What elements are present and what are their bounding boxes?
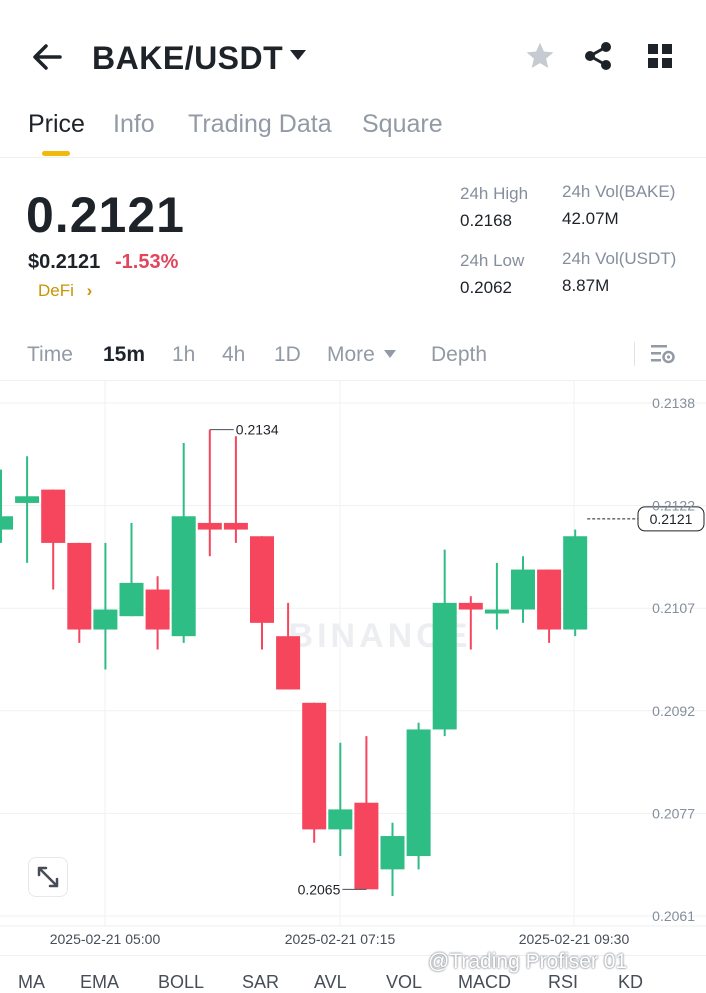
expand-icon xyxy=(37,866,59,888)
y-tick-label: 0.2107 xyxy=(652,600,695,616)
tab-trading-data[interactable]: Trading Data xyxy=(188,110,332,139)
candle-body xyxy=(302,702,327,830)
interval-time[interactable]: Time xyxy=(27,343,73,367)
pair-selector[interactable]: BAKE/USDT xyxy=(92,40,283,77)
low-marker-label: 0.2065 xyxy=(298,881,341,897)
candle-body xyxy=(67,542,92,630)
candle-body xyxy=(276,636,301,690)
candle-body xyxy=(484,609,509,614)
candle-body xyxy=(223,522,248,530)
overlay-watermark-text: @Trading Profiser 01 xyxy=(428,950,628,973)
expand-chart-button[interactable] xyxy=(28,857,68,897)
tab-price[interactable]: Price xyxy=(28,110,85,139)
interval-1h[interactable]: 1h xyxy=(172,343,195,367)
candle-body xyxy=(197,522,222,530)
low-label: 24h Low xyxy=(460,251,525,270)
candle-body xyxy=(250,536,274,623)
divider xyxy=(634,342,635,366)
back-arrow-icon xyxy=(33,44,62,70)
interval-15m[interactable]: 15m xyxy=(103,343,145,367)
y-axis: 0.2138 0.2122 0.2107 0.2092 0.2077 0.2061 xyxy=(652,395,695,924)
last-price: 0.2121 xyxy=(26,187,185,243)
candle-body xyxy=(93,609,118,630)
indicator-ma[interactable]: MA xyxy=(18,972,45,993)
back-button[interactable] xyxy=(28,38,68,78)
indicator-avl[interactable]: AVL xyxy=(314,972,347,993)
tab-square[interactable]: Square xyxy=(362,110,443,139)
candle-body xyxy=(328,809,353,830)
x-axis: 2025-02-21 05:00 2025-02-21 07:15 2025-02-… xyxy=(50,931,630,947)
chevron-right-icon: › xyxy=(86,281,93,300)
y-tick-label: 0.2122 xyxy=(652,498,695,514)
interval-4h[interactable]: 4h xyxy=(222,343,245,367)
indicator-sar[interactable]: SAR xyxy=(242,972,279,993)
y-tick-label: 0.2061 xyxy=(652,908,695,924)
vol-base-label: 24h Vol(BAKE) xyxy=(562,182,676,201)
y-tick-label: 0.2138 xyxy=(652,395,695,411)
candle-body xyxy=(15,496,40,503)
candlestick-chart[interactable]: BINANCE 0.21340.20650.2121 0.21380.21220… xyxy=(0,381,706,955)
caret-down-icon xyxy=(384,350,396,358)
candle-body xyxy=(0,516,13,530)
candle-body xyxy=(145,589,170,630)
candle-body xyxy=(41,489,66,543)
candle-body xyxy=(537,569,562,630)
tab-info[interactable]: Info xyxy=(113,110,155,139)
vol-quote-label: 24h Vol(USDT) xyxy=(562,249,677,268)
candle-body xyxy=(563,536,588,630)
x-tick-label: 2025-02-21 07:15 xyxy=(285,931,396,947)
divider xyxy=(0,157,706,158)
candle-body xyxy=(432,602,457,730)
high-label: 24h High xyxy=(460,184,529,203)
indicator-rsi[interactable]: RSI xyxy=(548,972,578,993)
vol-base-value: 42.07M xyxy=(562,209,619,228)
y-tick-label: 0.2077 xyxy=(652,805,695,821)
caret-down-icon[interactable] xyxy=(290,50,306,60)
indicator-macd[interactable]: MACD xyxy=(458,972,511,993)
grid-icon[interactable] xyxy=(646,42,674,75)
x-tick-label: 2025-02-21 09:30 xyxy=(519,931,630,947)
indicator-boll[interactable]: BOLL xyxy=(158,972,204,993)
usd-price: $0.2121 xyxy=(28,251,101,273)
interval-1d[interactable]: 1D xyxy=(274,343,301,367)
candles xyxy=(0,429,588,897)
candle-body xyxy=(380,836,405,870)
interval-more[interactable]: More xyxy=(327,343,375,367)
share-icon[interactable] xyxy=(582,40,614,77)
indicator-vol[interactable]: VOL xyxy=(386,972,422,993)
active-tab-indicator xyxy=(42,151,70,156)
category-tag[interactable]: DeFi › xyxy=(38,281,92,301)
candle-body xyxy=(458,602,483,610)
candle-body xyxy=(119,582,144,617)
vol-quote-value: 8.87M xyxy=(562,276,610,295)
candle-body xyxy=(406,729,431,857)
indicator-kd[interactable]: KD xyxy=(618,972,643,993)
depth-tab[interactable]: Depth xyxy=(431,343,487,367)
high-marker-label: 0.2134 xyxy=(236,422,279,438)
high-value: 0.2168 xyxy=(460,211,512,230)
chart-settings-icon[interactable] xyxy=(650,342,676,371)
star-icon[interactable] xyxy=(524,40,556,77)
candle-body xyxy=(511,569,535,610)
candle-body xyxy=(171,516,196,637)
x-tick-label: 2025-02-21 05:00 xyxy=(50,931,161,947)
y-tick-label: 0.2092 xyxy=(652,703,695,719)
low-value: 0.2062 xyxy=(460,278,512,297)
indicator-ema[interactable]: EMA xyxy=(80,972,119,993)
category-tag-label: DeFi xyxy=(38,281,74,300)
candle-body xyxy=(354,802,379,890)
price-change-percent: -1.53% xyxy=(115,251,179,273)
